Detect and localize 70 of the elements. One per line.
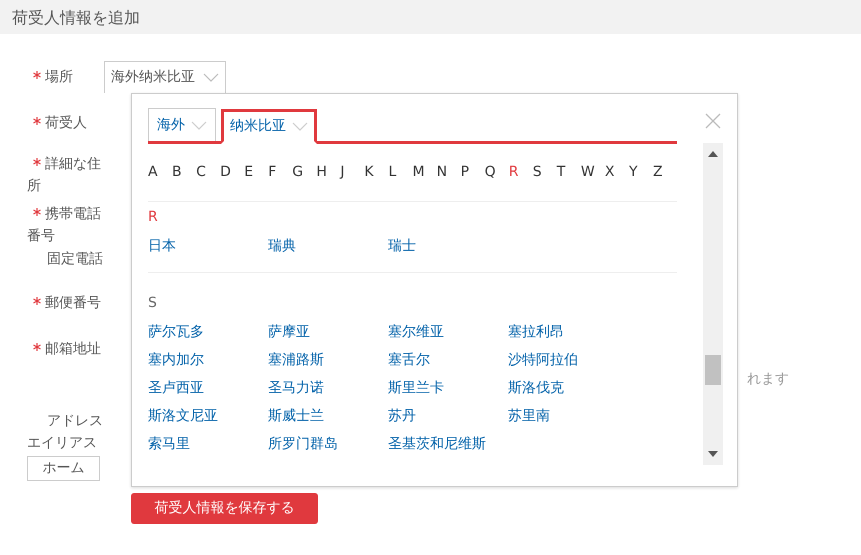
letter-link[interactable]: M: [412, 161, 437, 201]
field-label: 固定電話: [47, 251, 103, 267]
letter-link[interactable]: J: [340, 161, 364, 201]
group-heading: R: [148, 209, 158, 225]
up-arrow-icon: [708, 151, 718, 157]
letter-link[interactable]: Q: [484, 161, 509, 201]
letter-link[interactable]: B: [172, 161, 196, 201]
letter-link[interactable]: Y: [628, 161, 653, 201]
country-link[interactable]: 塞拉利昂: [508, 324, 564, 340]
letter-link[interactable]: C: [196, 161, 220, 201]
group-heading: S: [148, 295, 157, 311]
country-link[interactable]: 瑞典: [268, 238, 296, 254]
letter-link[interactable]: F: [268, 161, 292, 201]
country-link[interactable]: 所罗门群岛: [268, 436, 338, 452]
caret-icon: [191, 120, 207, 130]
alias-button[interactable]: ホーム: [27, 456, 100, 481]
country-link[interactable]: 斯里兰卡: [388, 380, 444, 396]
field-label: 場所: [45, 69, 73, 85]
letter-link[interactable]: S: [532, 161, 557, 201]
letter-link[interactable]: D: [220, 161, 244, 201]
field-label: アドレスエイリアス: [26, 412, 104, 453]
country-link[interactable]: 塞浦路斯: [268, 352, 324, 368]
letter-link[interactable]: E: [244, 161, 268, 201]
letter-link[interactable]: N: [436, 161, 461, 201]
letter-link[interactable]: R: [508, 161, 533, 201]
select-value: 海外纳米比亚: [111, 68, 195, 87]
letter-link[interactable]: A: [148, 161, 172, 201]
country-link[interactable]: 斯洛伐克: [508, 380, 564, 396]
field-label: 邮箱地址: [45, 341, 101, 357]
country-link[interactable]: 圣马力诺: [268, 380, 324, 396]
field-label: 詳細な住所: [27, 156, 101, 194]
down-arrow-icon: [708, 451, 718, 457]
location-select[interactable]: 海外纳米比亚: [104, 61, 226, 93]
country-link[interactable]: 塞尔维亚: [388, 324, 444, 340]
field-label: 荷受人: [45, 115, 87, 131]
country-link[interactable]: 日本: [148, 238, 176, 254]
letter-link[interactable]: W: [580, 161, 605, 201]
letter-link[interactable]: L: [388, 161, 413, 201]
letter-link[interactable]: X: [604, 161, 629, 201]
scrollbar[interactable]: [703, 143, 723, 465]
close-icon[interactable]: [704, 112, 722, 130]
country-link[interactable]: 沙特阿拉伯: [508, 352, 578, 368]
caret-icon: [292, 122, 308, 131]
country-link[interactable]: 萨尔瓦多: [148, 324, 204, 340]
letter-link[interactable]: G: [292, 161, 316, 201]
letter-link[interactable]: P: [460, 161, 485, 201]
country-link[interactable]: 斯洛文尼亚: [148, 408, 218, 424]
country-link[interactable]: 苏丹: [388, 408, 416, 424]
country-link[interactable]: 苏里南: [508, 408, 550, 424]
region-tab[interactable]: 纳米比亚: [221, 109, 317, 144]
scrollbar-thumb[interactable]: [705, 355, 721, 385]
country-link[interactable]: 圣基茨和尼维斯: [388, 436, 486, 452]
country-link[interactable]: 塞内加尔: [148, 352, 204, 368]
letter-link[interactable]: H: [316, 161, 340, 201]
country-link[interactable]: 圣卢西亚: [148, 380, 204, 396]
country-link[interactable]: 瑞士: [388, 238, 416, 254]
letter-link[interactable]: Z: [652, 161, 678, 201]
field-label: 携帯電話番号: [27, 206, 101, 244]
letter-link[interactable]: K: [364, 161, 388, 201]
save-button[interactable]: 荷受人情報を保存する: [131, 493, 318, 524]
caret-icon: [203, 73, 219, 82]
country-link[interactable]: 萨摩亚: [268, 324, 310, 340]
country-link[interactable]: 索马里: [148, 436, 190, 452]
letter-link[interactable]: T: [556, 161, 581, 201]
country-link[interactable]: 塞舌尔: [388, 352, 430, 368]
hint-text: れます: [747, 370, 789, 389]
country-link[interactable]: 斯威士兰: [268, 408, 324, 424]
page-title: 荷受人情報を追加: [12, 8, 140, 27]
region-tab[interactable]: 海外: [148, 108, 216, 141]
field-label: 郵便番号: [45, 295, 101, 311]
